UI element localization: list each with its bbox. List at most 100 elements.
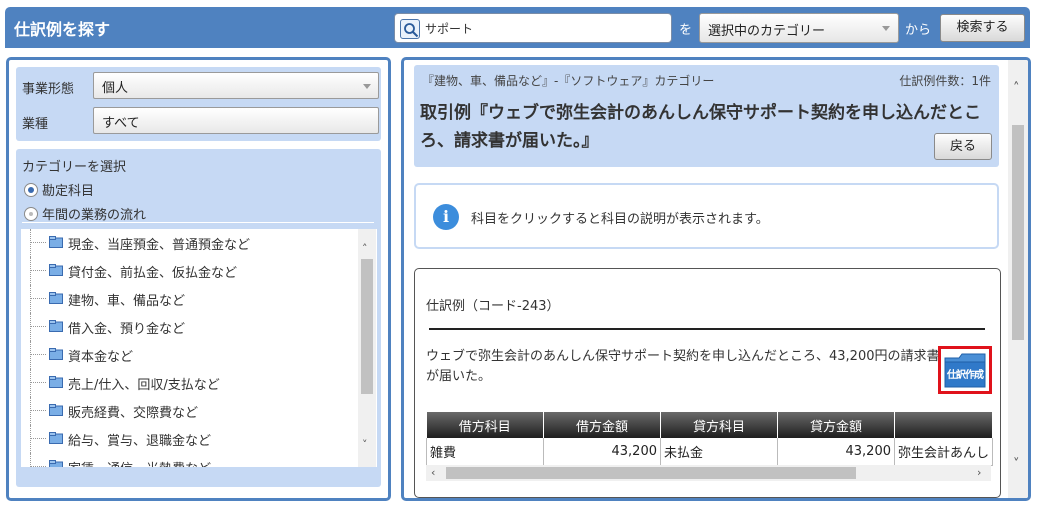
scroll-thumb[interactable]	[361, 259, 373, 394]
info-icon: i	[433, 204, 459, 230]
scroll-thumb[interactable]	[1012, 125, 1024, 340]
entry-description: ウェブで弥生会計のあんしん保守サポート契約を申し込んだところ、43,200円の請…	[426, 349, 940, 384]
radio-annual-flow[interactable]: 年間の業務の流れ	[24, 204, 146, 223]
radio-account-label: 勘定科目	[42, 184, 95, 199]
debit-account-cell[interactable]: 雑費	[426, 438, 544, 466]
folder-icon	[49, 404, 63, 416]
folder-icon	[49, 376, 63, 388]
tree-line	[30, 425, 31, 453]
tree-line	[30, 270, 46, 271]
tree-line	[30, 410, 46, 411]
table-row: 雑費 43,200 未払金 43,200 弥生会計あんし	[426, 438, 994, 466]
tree-line	[30, 313, 31, 341]
create-journal-label: 仕訳作成	[947, 370, 984, 381]
chevron-down-icon	[882, 26, 890, 31]
tree-line	[30, 229, 31, 257]
folder-icon	[49, 236, 63, 248]
search-input[interactable]	[425, 18, 665, 38]
business-type-select[interactable]: 個人	[93, 72, 379, 99]
tree-item-label: 資本金など	[68, 350, 134, 365]
industry-label: 業種	[22, 117, 49, 132]
search-box[interactable]	[394, 13, 672, 43]
tree-line	[30, 382, 46, 383]
journal-entry-card: 仕訳例（コード-243） ウェブで弥生会計のあんしん保守サポート契約を申し込んだ…	[414, 268, 1001, 498]
tree-item[interactable]: 資本金など	[21, 341, 361, 369]
breadcrumb: 『建物、車、備品など』-『ソフトウェア』カテゴリー	[422, 74, 715, 88]
radio-annual-flow-label: 年間の業務の流れ	[42, 208, 147, 223]
tree-line	[30, 466, 46, 467]
search-button[interactable]: 検索する	[940, 14, 1025, 42]
folder-icon	[49, 292, 63, 304]
tree-item-label: 家賃、通信、光熱費など	[68, 458, 211, 467]
tree-line	[30, 397, 31, 425]
tree-item[interactable]: 貸付金、前払金、仮払金など	[21, 257, 361, 285]
business-type-label: 事業形態	[22, 82, 75, 97]
result-count: 仕訳例件数：1件	[899, 74, 991, 88]
folder-icon	[49, 348, 63, 360]
scroll-left-icon[interactable]: ‹	[431, 467, 435, 478]
category-scope-select[interactable]: 選択中のカテゴリー	[699, 13, 899, 43]
right-panel: 『建物、車、備品など』-『ソフトウェア』カテゴリー 仕訳例件数：1件 取引例『ウ…	[401, 57, 1031, 501]
radio-account[interactable]: 勘定科目	[24, 180, 94, 199]
category-title: カテゴリーを選択	[22, 160, 127, 175]
page-title: 仕訳例を探す	[14, 20, 111, 39]
tree-item-label: 現金、当座預金、普通預金など	[68, 238, 251, 253]
tree-line	[30, 341, 31, 369]
transaction-title: 取引例『ウェブで弥生会計のあんしん保守サポート契約を申し込んだところ、請求書が届…	[420, 103, 981, 151]
column-header: 貸方科目	[660, 412, 778, 438]
tree-item-label: 給与、賞与、退職金など	[68, 434, 212, 449]
debit-amount-cell: 43,200	[543, 438, 661, 466]
tree-item[interactable]: 現金、当座預金、普通預金など	[21, 229, 361, 257]
tree-item[interactable]: 家賃、通信、光熱費など	[21, 453, 361, 467]
scroll-up-icon[interactable]: ˄	[362, 243, 368, 254]
divider	[22, 222, 374, 223]
scroll-right-icon[interactable]: ›	[977, 467, 981, 478]
tree-item[interactable]: 給与、賞与、退職金など	[21, 425, 361, 453]
business-type-value: 個人	[102, 81, 129, 96]
topic-header: 『建物、車、備品など』-『ソフトウェア』カテゴリー 仕訳例件数：1件 取引例『ウ…	[414, 65, 999, 167]
category-area: カテゴリーを選択 勘定科目 年間の業務の流れ 現金、当座預金、普通預金など 貸付…	[16, 149, 381, 487]
search-icon[interactable]	[400, 19, 420, 39]
credit-account-cell[interactable]: 未払金	[660, 438, 778, 466]
create-journal-button[interactable]: 仕訳作成	[938, 346, 992, 394]
tree-item-label: 販売経費、交際費など	[68, 406, 199, 421]
tree-item-label: 借入金、預り金など	[68, 322, 186, 337]
radio-selected-icon[interactable]	[24, 183, 38, 197]
folder-icon	[49, 264, 63, 276]
column-header: 借方科目	[426, 412, 544, 438]
kara-label: から	[905, 23, 932, 38]
credit-amount-cell: 43,200	[777, 438, 895, 466]
tree-line	[30, 242, 46, 243]
scroll-thumb[interactable]	[446, 467, 856, 479]
tree-line	[30, 369, 31, 397]
info-text: 科目をクリックすると科目の説明が表示されます。	[471, 212, 769, 227]
wo-label: を	[679, 23, 693, 38]
right-panel-scrollbar[interactable]: ˄ ˅	[1008, 60, 1028, 498]
folder-icon	[49, 460, 63, 467]
table-horizontal-scrollbar[interactable]: ‹ ›	[426, 465, 991, 481]
filter-area: 事業形態 個人 業種 すべて	[16, 67, 381, 141]
divider	[429, 328, 985, 330]
left-panel: 事業形態 個人 業種 すべて カテゴリーを選択 勘定科目 年間の業務の流れ 現金…	[6, 57, 391, 501]
header-bar: 仕訳例を探す を 選択中のカテゴリー から 検索する	[5, 7, 1030, 48]
tree-scrollbar[interactable]: ˄ ˅	[358, 229, 376, 467]
tree-item[interactable]: 売上/仕入、回収/支払など	[21, 369, 361, 397]
chevron-down-icon	[363, 84, 371, 89]
tree-line	[30, 285, 31, 313]
scroll-down-icon[interactable]: ˅	[1013, 458, 1020, 471]
scroll-up-icon[interactable]: ˄	[1013, 82, 1020, 95]
tree-item-label: 売上/仕入、回収/支払など	[68, 378, 220, 393]
folder-icon	[49, 432, 63, 444]
tree-line	[30, 438, 46, 439]
tree-item[interactable]: 販売経費、交際費など	[21, 397, 361, 425]
tree-line	[30, 257, 31, 285]
tree-line	[30, 453, 31, 467]
scroll-down-icon[interactable]: ˅	[362, 439, 368, 450]
back-button[interactable]: 戻る	[934, 133, 992, 160]
industry-select[interactable]: すべて	[93, 107, 379, 134]
tree-item[interactable]: 建物、車、備品など	[21, 285, 361, 313]
column-header: 借方金額	[543, 412, 661, 438]
tree-item[interactable]: 借入金、預り金など	[21, 313, 361, 341]
category-scope-value: 選択中のカテゴリー	[708, 24, 826, 39]
radio-unselected-icon[interactable]	[24, 207, 38, 221]
